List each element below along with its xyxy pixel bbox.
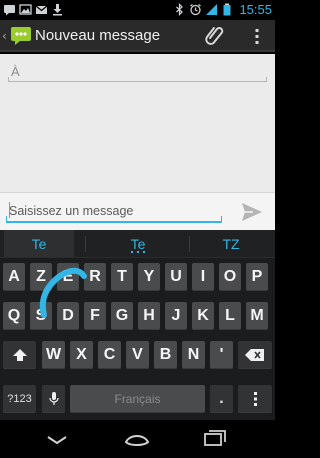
- battery-icon: [223, 3, 231, 16]
- more-suggestions-icon[interactable]: [130, 251, 146, 254]
- key-h[interactable]: H: [138, 302, 160, 330]
- key-a[interactable]: A: [3, 263, 25, 291]
- recipient-placeholder: À: [11, 64, 20, 79]
- key-s[interactable]: S: [30, 302, 52, 330]
- backspace-icon: [245, 349, 264, 361]
- key-l[interactable]: L: [219, 302, 241, 330]
- key-d[interactable]: D: [57, 302, 79, 330]
- enter-icon: [254, 392, 257, 406]
- key-p[interactable]: P: [246, 263, 268, 291]
- image-icon: [19, 4, 32, 15]
- key-v[interactable]: V: [126, 341, 149, 369]
- divider: [189, 236, 190, 252]
- page-title: Nouveau message: [35, 27, 161, 44]
- back-chevron-icon[interactable]: ‹: [2, 29, 7, 43]
- alarm-icon: [190, 4, 202, 16]
- messaging-app-icon[interactable]: [10, 24, 32, 46]
- divider: [85, 236, 86, 252]
- send-icon[interactable]: [240, 201, 264, 223]
- navigation-bar: [0, 420, 275, 458]
- gmail-icon: [35, 5, 48, 14]
- recent-apps-icon[interactable]: [200, 428, 230, 450]
- message-bar: Saisissez un message: [0, 192, 275, 230]
- key-r[interactable]: R: [84, 263, 106, 291]
- home-icon[interactable]: [122, 428, 152, 450]
- enter-key[interactable]: [238, 385, 272, 413]
- overflow-menu-icon[interactable]: [250, 26, 264, 46]
- paperclip-icon[interactable]: [204, 24, 226, 48]
- signal-icon: [206, 4, 218, 15]
- status-time: 15:55: [239, 2, 272, 17]
- key-q[interactable]: Q: [3, 302, 25, 330]
- key-o[interactable]: O: [219, 263, 241, 291]
- key-j[interactable]: J: [165, 302, 187, 330]
- recipient-field[interactable]: À: [8, 60, 267, 82]
- key-c[interactable]: C: [98, 341, 121, 369]
- voice-input-key[interactable]: [42, 385, 65, 413]
- microphone-icon: [48, 392, 59, 405]
- key-w[interactable]: W: [42, 341, 65, 369]
- key-z[interactable]: Z: [30, 263, 52, 291]
- suggestion-item[interactable]: TZ: [196, 230, 266, 257]
- space-key[interactable]: Français: [70, 385, 205, 413]
- key-i[interactable]: I: [192, 263, 214, 291]
- message-placeholder: Saisissez un message: [9, 204, 134, 218]
- key-g[interactable]: G: [111, 302, 133, 330]
- compose-area: À Saisissez un message: [0, 54, 275, 230]
- action-bar: ‹ Nouveau message: [0, 20, 275, 52]
- bluetooth-icon: [176, 3, 184, 16]
- key-u[interactable]: U: [165, 263, 187, 291]
- key-b[interactable]: B: [154, 341, 177, 369]
- key-n[interactable]: N: [182, 341, 205, 369]
- back-icon[interactable]: [42, 428, 72, 450]
- shift-arrow-icon: [12, 349, 27, 361]
- key-m[interactable]: M: [246, 302, 268, 330]
- key-t[interactable]: T: [111, 263, 133, 291]
- key-y[interactable]: Y: [138, 263, 160, 291]
- status-bar: 15:55: [0, 0, 275, 20]
- suggestion-item[interactable]: Te: [4, 230, 74, 257]
- key-apostrophe[interactable]: ': [210, 341, 233, 369]
- symbols-key[interactable]: ?123: [3, 385, 36, 413]
- keyboard: Te Te TZ A Z E R T Y U I O P Q S D F G H…: [0, 230, 275, 420]
- delete-key[interactable]: [238, 341, 272, 369]
- suggestion-strip: Te Te TZ: [0, 230, 275, 258]
- key-f[interactable]: F: [84, 302, 106, 330]
- message-notification-icon: [4, 5, 15, 16]
- message-input[interactable]: Saisissez un message: [6, 199, 222, 223]
- shift-key[interactable]: [3, 341, 36, 369]
- key-e[interactable]: E: [57, 263, 79, 291]
- key-x[interactable]: X: [70, 341, 93, 369]
- key-k[interactable]: K: [192, 302, 214, 330]
- period-key[interactable]: .: [210, 385, 233, 413]
- download-icon: [53, 4, 62, 16]
